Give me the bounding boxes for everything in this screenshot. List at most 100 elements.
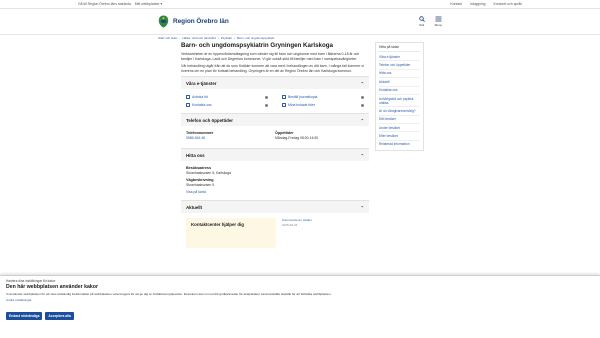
external-link-icon: [186, 103, 190, 108]
lock-icon: [361, 95, 364, 99]
find-details: Besöksadress Skranhaaksvaen 5, Karlskoga…: [181, 161, 369, 200]
news-list: Kontaktcenter hjälper dig Kommunicera i …: [181, 213, 369, 249]
external-link-icon: [282, 95, 286, 100]
hours-label: Öppettider: [275, 131, 294, 136]
hours-block: Öppettider Måndag-Fredag 08:00-16:30: [275, 131, 364, 140]
menu-button[interactable]: Meny: [435, 16, 442, 27]
breadcrumb-item[interactable]: Barn- och ungdomspsykiatri: [237, 36, 274, 40]
toc-item[interactable]: Hitta oss: [379, 70, 420, 79]
cookie-settings-label: Hantera dina inställningar för kakor: [6, 279, 56, 283]
login-link[interactable]: Inloggning: [470, 2, 486, 6]
eservice-label: Mina bokade tider: [288, 103, 315, 108]
breadcrumb-item[interactable]: Start och sidor: [158, 36, 177, 40]
news-card-title: Kontaktcenter hjälper dig: [191, 222, 244, 228]
breadcrumb-separator: ›: [179, 36, 181, 40]
contact-details: Telefonnummer 0586-466 48 Öppettider Mån…: [181, 126, 369, 148]
news-header[interactable]: Aktuellt ⌃: [181, 201, 369, 214]
phone-label: Telefonnummer: [186, 131, 214, 136]
search-button[interactable]: Sök: [418, 16, 425, 27]
toc-item[interactable]: Är du vårdgivare/anhörig?: [379, 107, 420, 116]
main-content: Barn- och ungdomspsykiatrin Gryningen Ka…: [181, 42, 369, 249]
home-link[interactable]: Gå till Region Örebro läns startsida: [78, 2, 131, 6]
map-link[interactable]: Visa på karta: [186, 190, 364, 194]
top-strip: Gå till Region Örebro läns startsida Mit…: [0, 0, 600, 9]
toc-item[interactable]: Anhörigstöd och psykisk ohälsa: [379, 95, 420, 108]
phone-block: Telefonnummer 0586-466 48: [186, 131, 275, 140]
top-strip-left: Gå till Region Örebro läns startsida Mit…: [78, 2, 162, 6]
news-side-item[interactable]: Kommunicera i staden 2025-06-04: [282, 218, 312, 248]
find-header[interactable]: Hitta oss ⌃: [181, 149, 369, 162]
directions-value: Skranhaaksvaen 5: [186, 183, 215, 188]
eservice-item[interactable]: Mina bokade tider: [282, 103, 364, 108]
menu-label: Meny: [434, 23, 442, 27]
breadcrumb-separator: ›: [217, 36, 219, 40]
top-strip-right: Kontakt Inloggning Kontoret och språk: [450, 2, 522, 6]
news-card[interactable]: Kontaktcenter hjälper dig: [186, 218, 276, 249]
cookie-buttons: Endast nödvändiga Acceptera alla: [6, 311, 594, 321]
lock-icon: [265, 103, 268, 107]
directions-label: Vägbeskrivning: [186, 178, 214, 183]
accept-all-button[interactable]: Acceptera alla: [45, 311, 74, 321]
lock-icon: [361, 103, 364, 107]
contact-link[interactable]: Kontakt: [450, 2, 462, 6]
breadcrumb-item[interactable]: Hälsa, vård och tandvård: [182, 36, 215, 40]
visit-address-label: Besöksadress: [186, 166, 212, 171]
eservices-header[interactable]: Våra e-tjänster ⌃: [181, 77, 369, 90]
intro-paragraph: Verksamheten är en öppenvårdsmottagning …: [181, 52, 360, 61]
find-section: Hitta oss ⌃ Besöksadress Skranhaaksvaen …: [181, 148, 369, 200]
necessary-only-button[interactable]: Endast nödvändiga: [6, 311, 43, 321]
toc-item[interactable]: Aktuellt: [379, 78, 420, 87]
find-heading: Hitta oss: [186, 152, 205, 158]
toc-item[interactable]: Våra e-tjänster: [379, 53, 420, 62]
breadcrumb-separator: ›: [234, 36, 236, 40]
toc-item[interactable]: Ditt besöker: [379, 116, 420, 124]
eservice-label: Beställ journalkopia: [288, 95, 318, 100]
chevron-up-icon: ⌃: [360, 117, 364, 123]
lock-icon: [265, 95, 268, 99]
toc-item[interactable]: Efter besöket: [379, 132, 420, 141]
page-toc: Hitta på sidan Våra e-tjänster Telefon o…: [375, 42, 424, 152]
visit-address-value: Skranhaaksvaen 5, Karlskoga: [186, 171, 232, 176]
logo[interactable]: Region Örebro län: [158, 15, 229, 28]
chevron-up-icon: ⌃: [360, 80, 364, 86]
news-heading: Aktuellt: [186, 204, 203, 210]
toc-item[interactable]: Relaterad information: [379, 141, 420, 148]
language-link[interactable]: Kontoret och språk: [494, 2, 522, 6]
search-icon: [418, 16, 425, 22]
contact-section: Telefon och öppettider ⌃ Telefonnummer 0…: [181, 113, 369, 148]
eservice-item[interactable]: Beställ journalkopia: [282, 95, 364, 100]
external-link-icon: [186, 95, 190, 100]
region-logo-icon: [158, 15, 169, 28]
news-side-date: 2025-06-04: [282, 223, 298, 228]
logo-text: Region Örebro län: [173, 18, 229, 25]
news-side-link: Kommunicera i staden: [282, 218, 312, 223]
toc-title: Hitta på sidan: [379, 45, 420, 52]
site-header: Region Örebro län Sök Meny: [0, 9, 600, 35]
toc-item[interactable]: Telefon och öppettider: [379, 61, 420, 70]
news-section: Aktuellt ⌃ Kontaktcenter hjälper dig Kom…: [181, 200, 369, 249]
cookie-text: Vi använder webbplatsen för att visa nöd…: [6, 291, 332, 296]
cookie-settings-link[interactable]: Ändra inställningar: [6, 298, 594, 302]
eservices-heading: Våra e-tjänster: [186, 80, 217, 86]
hours-value: Måndag-Fredag 08:00-16:30: [275, 136, 319, 141]
external-link-icon: [282, 103, 286, 108]
toc-item[interactable]: Under besöket: [379, 124, 420, 133]
contact-header[interactable]: Telefon och öppettider ⌃: [181, 114, 369, 127]
cookie-title: Den här webbplatsen använder kakor: [6, 284, 98, 290]
breadcrumb-item[interactable]: Psykiatri: [221, 36, 232, 40]
chevron-up-icon: ⌃: [360, 204, 364, 210]
intro-paragraph: Vår behandling utgår från att du som för…: [181, 64, 364, 73]
eservice-label: Kontakta oss: [192, 103, 212, 108]
cookie-banner: Hantera dina inställningar för kakor Den…: [0, 275, 600, 338]
eservices-list: Avboka tid Beställ journalkopia Kontakta…: [181, 89, 369, 113]
chevron-up-icon: ⌃: [360, 152, 364, 158]
toc-item[interactable]: Kontakta oss: [379, 87, 420, 95]
page-title: Barn- och ungdomspsykiatrin Gryningen Ka…: [181, 42, 333, 49]
header-actions: Sök Meny: [418, 16, 442, 27]
eservice-item[interactable]: Avboka tid: [186, 95, 268, 100]
contact-heading: Telefon och öppettider: [186, 117, 233, 123]
phone-link[interactable]: 0586-466 48: [186, 136, 275, 140]
hamburger-icon: [435, 16, 442, 22]
sites-dropdown[interactable]: Mitt webbplatser ▾: [135, 2, 162, 6]
eservice-item[interactable]: Kontakta oss: [186, 103, 268, 108]
